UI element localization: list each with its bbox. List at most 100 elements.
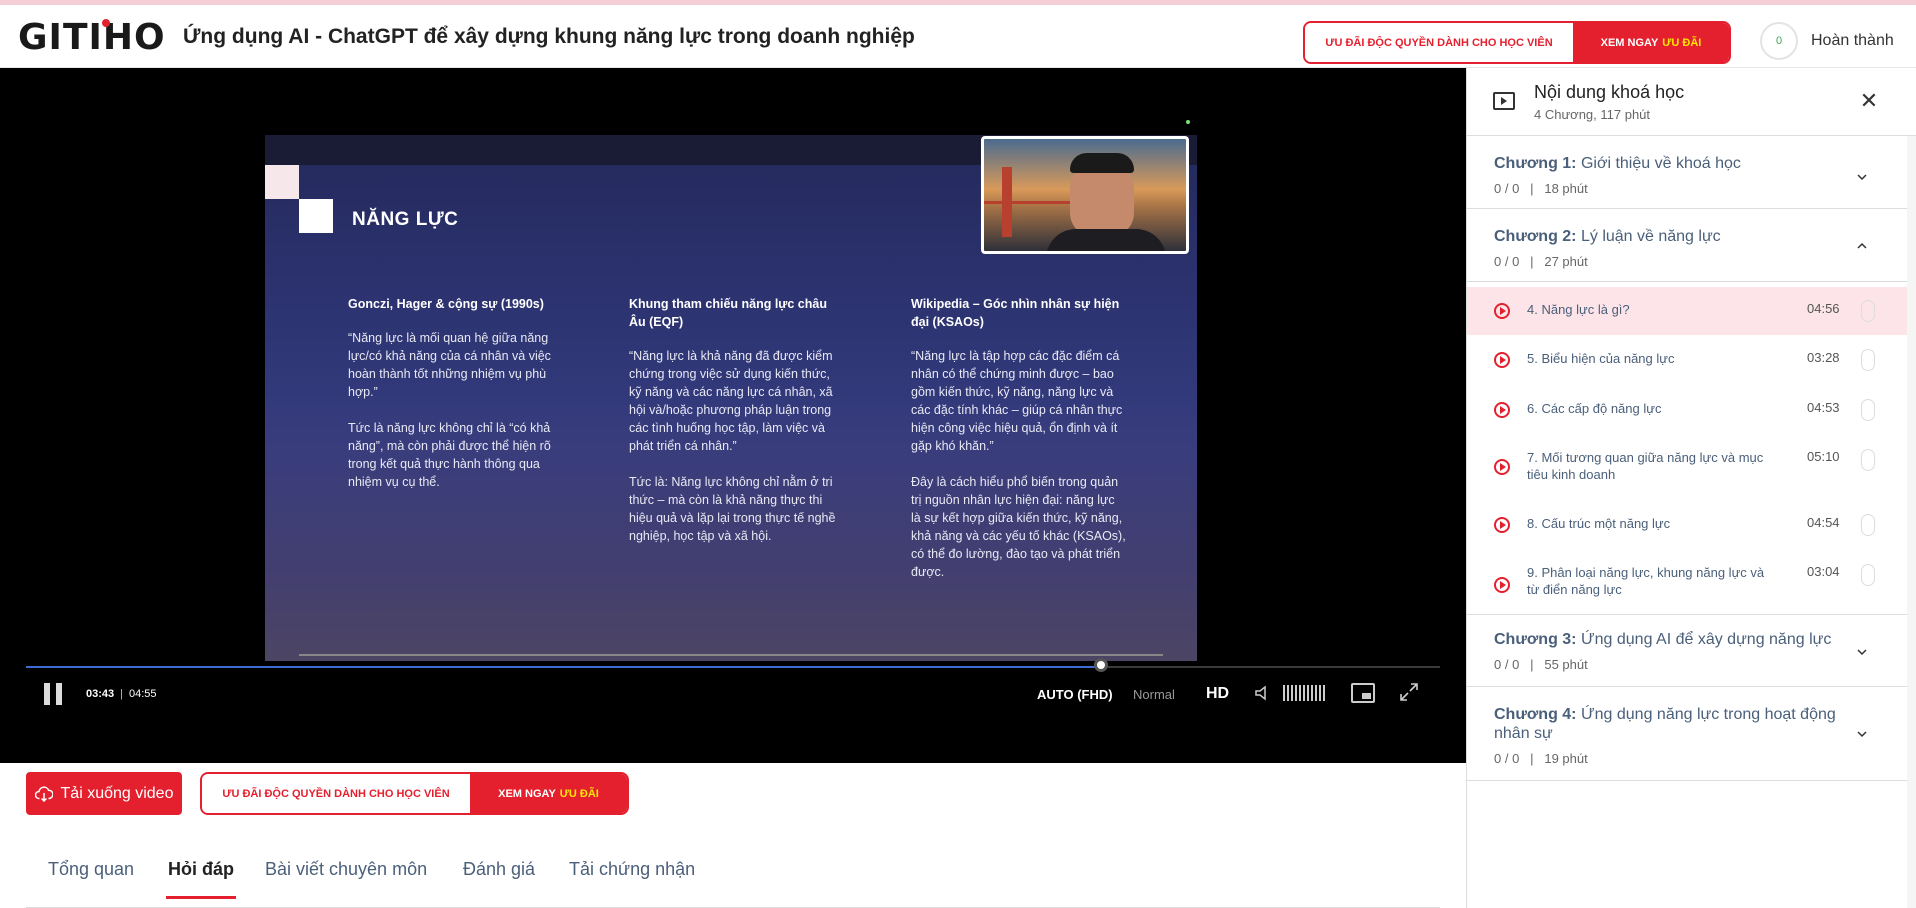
slide-column-title: Wikipedia – Góc nhìn nhân sự hiện đại (K… [911, 297, 1120, 329]
chapter-item[interactable]: Chương 3: Ứng dụng AI để xây dựng năng l… [1467, 614, 1907, 687]
lesson-duration: 03:04 [1807, 564, 1840, 579]
seek-bar[interactable] [26, 666, 1440, 668]
hd-toggle[interactable]: HD [1206, 685, 1229, 703]
lesson-title: 8. Cấu trúc một năng lực [1527, 516, 1671, 531]
chapter-title: Chương 3: Ứng dụng AI để xây dựng năng l… [1494, 631, 1831, 649]
lesson-status-icon [1861, 399, 1875, 421]
chapter-label: Chương 4: [1494, 706, 1577, 723]
slide-column: Khung tham chiếu năng lực châu Âu (EQF) … [629, 295, 844, 563]
download-video-button[interactable]: Tải xuống video [26, 772, 182, 815]
video-player[interactable]: NĂNG LỰC Gonczi, Hager & cộng sự (1990s)… [0, 68, 1466, 763]
chapter-label: Chương 1: [1494, 155, 1577, 172]
video-list-icon [1493, 92, 1515, 110]
promo-cta[interactable]: XEM NGAY ƯU ĐÃI [1573, 23, 1729, 62]
lesson-item[interactable]: 6. Các cấp độ năng lực 04:53 [1467, 385, 1907, 435]
tab-qa[interactable]: Hỏi đáp [166, 859, 236, 899]
lesson-duration: 05:10 [1807, 449, 1840, 464]
lesson-item[interactable]: 8. Cấu trúc một năng lực 04:54 [1467, 499, 1907, 549]
content-tabs: Tổng quan Hỏi đáp Bài viết chuyên môn Đá… [26, 848, 1440, 908]
download-video-label: Tải xuống video [60, 784, 174, 802]
lesson-title: 9. Phân loại năng lực, khung năng lực và… [1527, 565, 1765, 597]
lesson-item[interactable]: 4. Năng lực là gì? 04:56 [1467, 287, 1907, 335]
slide-progress-line [299, 654, 1163, 656]
chapter-title: Chương 2: Lý luận về năng lực [1494, 228, 1721, 246]
slide-column: Wikipedia – Góc nhìn nhân sự hiện đại (K… [911, 295, 1126, 599]
time-separator: | [120, 688, 123, 700]
play-circle-icon [1494, 352, 1510, 368]
lesson-duration: 04:53 [1807, 400, 1840, 415]
play-circle-icon [1494, 577, 1510, 593]
slide-deco-square [299, 199, 333, 233]
play-circle-icon [1494, 303, 1510, 319]
volume-slider[interactable] [1283, 685, 1327, 701]
chapter-label: Chương 3: [1494, 631, 1577, 648]
chevron-up-icon[interactable] [1855, 239, 1869, 253]
promo-cta-text: XEM NGAY [1600, 36, 1659, 49]
promo-cta-highlight: ƯU ĐÃI [559, 787, 599, 800]
slide-column: Gonczi, Hager & cộng sự (1990s) “Năng lự… [348, 295, 563, 509]
chapter-item[interactable]: Chương 2: Lý luận về năng lực 0 / 0 | 27… [1467, 209, 1907, 282]
volume-icon[interactable] [1254, 684, 1272, 702]
chapter-label: Chương 2: [1494, 228, 1577, 245]
chapter-item[interactable]: Chương 1: Giới thiệu về khoá học 0 / 0 |… [1467, 136, 1907, 209]
lesson-title: 4. Năng lực là gì? [1527, 302, 1630, 317]
promo-label: ƯU ĐÃI ĐỘC QUYỀN DÀNH CHO HỌC VIÊN [202, 774, 470, 813]
instructor-body [1046, 229, 1166, 251]
slide-column-text: “Năng lực là khả năng đã được kiểm chứng… [629, 349, 833, 453]
slide-column-title: Khung tham chiếu năng lực châu Âu (EQF) [629, 297, 827, 329]
lesson-item[interactable]: 7. Mối tương quan giữa năng lực và mục t… [1467, 435, 1907, 499]
chapter-title: Chương 4: Ứng dụng năng lực trong hoạt đ… [1494, 705, 1844, 743]
play-circle-icon [1494, 517, 1510, 533]
sidebar-header: Nội dung khoá học 4 Chương, 117 phút ✕ [1467, 68, 1916, 136]
course-content-sidebar: Nội dung khoá học 4 Chương, 117 phút ✕ C… [1466, 68, 1916, 908]
course-title: Ứng dụng AI - ChatGPT để xây dựng khung … [183, 25, 915, 48]
tab-certificate[interactable]: Tải chứng nhận [569, 859, 695, 880]
speed-selector[interactable]: Normal [1133, 687, 1175, 702]
lesson-title: 5. Biểu hiện của năng lực [1527, 351, 1675, 366]
slide-column-text: Tức là năng lực không chỉ là “có khả năn… [348, 421, 551, 489]
chapter-meta: 0 / 0 | 27 phút [1494, 254, 1588, 269]
completion-label: Hoàn thành [1811, 32, 1894, 49]
lesson-status-icon [1861, 514, 1875, 536]
pause-icon[interactable] [44, 683, 64, 705]
chapter-name: Ứng dụng AI để xây dựng năng lực [1580, 631, 1832, 648]
picture-in-picture-icon[interactable] [1351, 683, 1375, 703]
chapter-meta: 0 / 0 | 55 phút [1494, 657, 1588, 672]
current-time: 03:43 [86, 688, 115, 700]
close-icon[interactable]: ✕ [1857, 88, 1881, 114]
lesson-item[interactable]: 5. Biểu hiện của năng lực 03:28 [1467, 335, 1907, 385]
lesson-status-icon [1861, 449, 1875, 471]
lesson-title: 7. Mối tương quan giữa năng lực và mục t… [1527, 450, 1764, 482]
slide-deco-square [265, 165, 299, 199]
chapter-meta: 0 / 0 | 19 phút [1494, 751, 1588, 766]
promo-cta-text: XEM NGAY [498, 787, 556, 800]
fullscreen-icon[interactable] [1399, 682, 1419, 702]
tab-overview[interactable]: Tổng quan [48, 859, 134, 880]
promo-banner-top[interactable]: ƯU ĐÃI ĐỘC QUYỀN DÀNH CHO HỌC VIÊN XEM N… [1303, 21, 1731, 64]
instructor-hair [1070, 153, 1134, 173]
instructor-webcam [981, 136, 1189, 254]
chevron-down-icon[interactable] [1855, 727, 1869, 741]
header-bar: GITIHO Ứng dụng AI - ChatGPT để xây dựng… [0, 5, 1916, 68]
lesson-duration: 03:28 [1807, 350, 1840, 365]
promo-banner-bottom[interactable]: ƯU ĐÃI ĐỘC QUYỀN DÀNH CHO HỌC VIÊN XEM N… [200, 772, 629, 815]
sidebar-title: Nội dung khoá học [1534, 82, 1685, 102]
promo-cta-highlight: ƯU ĐÃI [1662, 36, 1702, 49]
chapter-item[interactable]: Chương 4: Ứng dụng năng lực trong hoạt đ… [1467, 687, 1907, 781]
play-circle-icon [1494, 402, 1510, 418]
seek-handle[interactable] [1093, 658, 1108, 672]
lesson-item[interactable]: 9. Phân loại năng lực, khung năng lực và… [1467, 549, 1907, 617]
chevron-down-icon[interactable] [1855, 645, 1869, 659]
promo-cta[interactable]: XEM NGAY ƯU ĐÃI [470, 774, 627, 813]
tab-reviews[interactable]: Đánh giá [463, 859, 535, 880]
lesson-status-icon [1861, 349, 1875, 371]
quality-selector[interactable]: AUTO (FHD) [1037, 687, 1113, 702]
chevron-down-icon[interactable] [1855, 170, 1869, 184]
gitiho-logo[interactable]: GITIHO [18, 17, 166, 58]
total-duration: 04:55 [129, 688, 157, 700]
lesson-title: 6. Các cấp độ năng lực [1527, 401, 1662, 416]
chapter-meta: 0 / 0 | 18 phút [1494, 181, 1588, 196]
sidebar-scrollbar[interactable] [1907, 136, 1916, 908]
time-display: 03:43 | 04:55 [86, 688, 157, 700]
tab-articles[interactable]: Bài viết chuyên môn [265, 859, 427, 880]
